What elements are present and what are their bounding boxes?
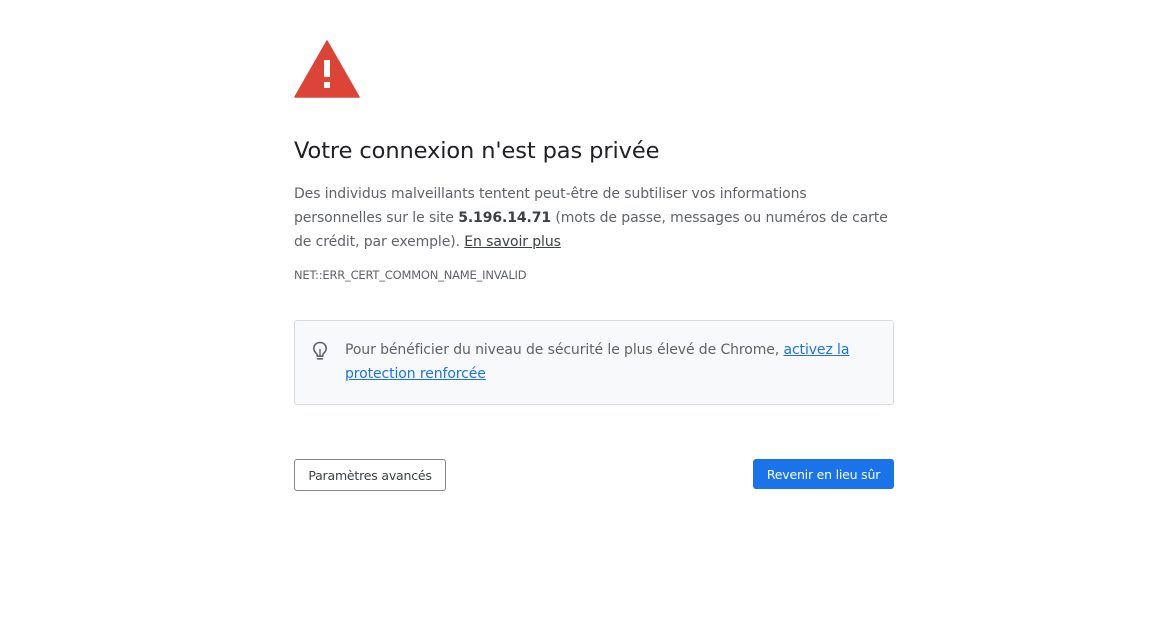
learn-more-link[interactable]: En savoir plus — [464, 234, 561, 250]
warning-triangle-icon — [294, 40, 360, 98]
enhanced-protection-message: Pour bénéficier du niveau de sécurité le… — [345, 342, 784, 358]
host-name: 5.196.14.71 — [458, 210, 551, 226]
interstitial-content: Votre connexion n'est pas privée Des ind… — [294, 40, 894, 405]
back-to-safety-button[interactable]: Revenir en lieu sûr — [753, 459, 894, 489]
explanation-text: Des individus malveillants tentent peut-… — [294, 182, 894, 254]
page-title: Votre connexion n'est pas privée — [294, 138, 660, 164]
lightbulb-icon — [313, 341, 327, 360]
enhanced-protection-text: Pour bénéficier du niveau de sécurité le… — [345, 338, 853, 386]
advanced-button[interactable]: Paramètres avancés — [294, 459, 446, 491]
error-code: NET::ERR_CERT_COMMON_NAME_INVALID — [294, 268, 527, 282]
enhanced-protection-promo: Pour bénéficier du niveau de sécurité le… — [294, 320, 894, 405]
